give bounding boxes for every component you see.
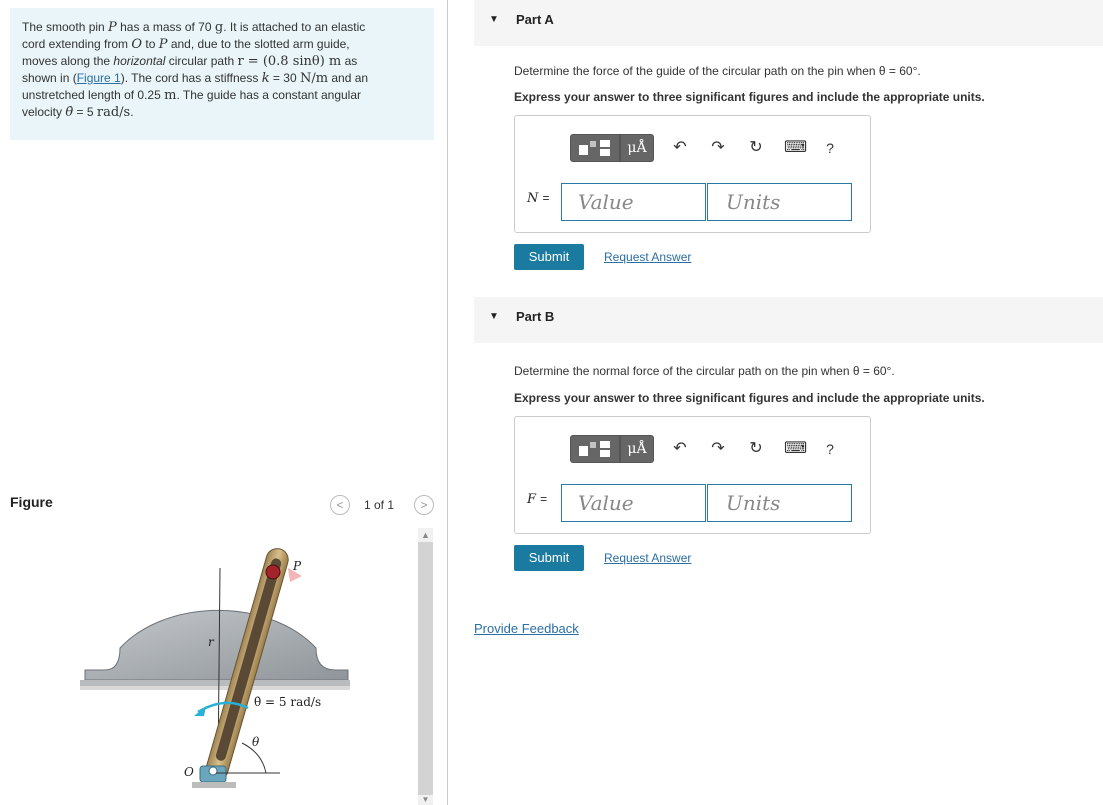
part-b-header[interactable]: ▼ Part B <box>474 297 1103 343</box>
part-b-submit-button[interactable]: Submit <box>514 545 584 571</box>
figure-count: 1 of 1 <box>364 498 395 512</box>
part-a-header[interactable]: ▼ Part A <box>474 0 1103 46</box>
value-input[interactable]: Value <box>561 484 706 522</box>
var-N: N <box>527 191 539 206</box>
scroll-up-icon[interactable]: ▲ <box>418 528 433 542</box>
undo-icon[interactable]: ↶ <box>670 435 690 463</box>
units-symbol-button[interactable]: μÅ <box>620 134 654 162</box>
unit-g: g <box>214 20 224 35</box>
figure-link[interactable]: Figure 1 <box>77 71 121 85</box>
label-O: O <box>184 765 194 779</box>
next-figure-button[interactable]: > <box>414 495 434 515</box>
part-a-instruction: Express your answer to three significant… <box>514 90 985 104</box>
var-P: P <box>158 37 168 52</box>
equals-sign: = <box>542 191 550 205</box>
problem-text: = 30 <box>269 71 300 85</box>
var-thetadot: θ̇ <box>65 105 74 120</box>
help-button[interactable]: ? <box>820 435 840 463</box>
collapse-icon[interactable]: ▼ <box>489 311 499 322</box>
var-P: P <box>108 20 117 35</box>
part-a-request-answer-link[interactable]: Request Answer <box>604 250 691 264</box>
var-O: O <box>131 37 143 52</box>
answer-variable: N = <box>527 191 550 206</box>
figure-drawing: P r θ̇ = 5 rad/s θ O <box>80 548 350 788</box>
problem-text: and an <box>328 71 369 85</box>
value-input[interactable]: Value <box>561 183 706 221</box>
part-b-question: Determine the normal force of the circul… <box>514 364 895 378</box>
unit-m: m <box>164 88 177 103</box>
previous-figure-button[interactable]: < <box>330 495 350 515</box>
problem-text: cord extending from <box>22 37 132 51</box>
problem-text: velocity <box>22 105 66 119</box>
reset-icon[interactable]: ↻ <box>746 435 766 463</box>
keyboard-icon[interactable]: ⌨ <box>784 134 807 162</box>
var-k: k <box>261 71 270 86</box>
problem-text: . <box>130 105 134 119</box>
label-omega: θ̇ = 5 rad/s <box>254 695 321 709</box>
problem-text: as <box>341 54 358 68</box>
templates-icon <box>579 140 610 156</box>
units-symbol-button[interactable]: μÅ <box>620 435 654 463</box>
figure-header: Figure < 1 of 1 > <box>10 492 434 518</box>
problem-text: ). The cord has a stiffness <box>120 71 262 85</box>
part-a-question: Determine the force of the guide of the … <box>514 64 921 78</box>
keyboard-icon[interactable]: ⌨ <box>784 435 807 463</box>
label-P: P <box>292 559 302 573</box>
problem-text: unstretched length of 0.25 <box>22 88 165 102</box>
pane-divider <box>447 0 448 805</box>
templates-button[interactable] <box>570 435 620 463</box>
reset-icon[interactable]: ↻ <box>746 134 766 162</box>
part-a-answer-box: μÅ ↶ ↷ ↻ ⌨ ? N = Value Units <box>514 115 871 233</box>
templates-button[interactable] <box>570 134 620 162</box>
problem-text: horizontal <box>113 54 166 68</box>
label-theta: θ <box>252 735 260 749</box>
units-input[interactable]: Units <box>707 484 852 522</box>
problem-text: . It is attached to an elastic <box>223 20 366 34</box>
part-b-label: Part B <box>516 309 555 324</box>
figure-title: Figure <box>10 494 53 510</box>
problem-text: has a mass of 70 <box>116 20 215 34</box>
ground <box>80 680 350 686</box>
answer-variable: F = <box>527 492 547 507</box>
figure-image: P r θ̇ = 5 rad/s θ O <box>10 528 418 805</box>
problem-text: . The guide has a constant angular <box>176 88 362 102</box>
scroll-down-icon[interactable]: ▼ <box>418 795 433 805</box>
problem-text: shown in ( <box>22 71 77 85</box>
equals-sign: = <box>540 492 548 506</box>
part-a-submit-button[interactable]: Submit <box>514 244 584 270</box>
part-b-request-answer-link[interactable]: Request Answer <box>604 551 691 565</box>
provide-feedback-link[interactable]: Provide Feedback <box>474 621 579 636</box>
unit-nm: N/m <box>299 71 329 86</box>
path-equation: r = (0.8 sinθ) m <box>237 54 342 69</box>
pin-P <box>265 564 281 580</box>
problem-text: to <box>142 37 159 51</box>
part-a-label: Part A <box>516 12 554 27</box>
problem-text: moves along the <box>22 54 114 68</box>
problem-statement: The smooth pin P has a mass of 70 g. It … <box>10 8 434 140</box>
figure-scrollbar[interactable]: ▲ ▼ <box>418 528 433 805</box>
ground-hatch <box>80 686 350 690</box>
problem-text: The smooth pin <box>22 20 109 34</box>
unit-rads: rad/s <box>96 105 131 120</box>
undo-icon[interactable]: ↶ <box>670 134 690 162</box>
redo-icon[interactable]: ↷ <box>708 435 728 463</box>
problem-text: circular path <box>165 54 238 68</box>
templates-icon <box>579 441 610 457</box>
problem-text: = 5 <box>73 105 97 119</box>
redo-icon[interactable]: ↷ <box>708 134 728 162</box>
dome-shape <box>84 609 349 681</box>
var-F: F <box>527 492 537 507</box>
help-button[interactable]: ? <box>820 134 840 162</box>
left-pane: The smooth pin P has a mass of 70 g. It … <box>0 0 447 805</box>
collapse-icon[interactable]: ▼ <box>489 14 499 25</box>
part-b-answer-box: μÅ ↶ ↷ ↻ ⌨ ? F = Value Units <box>514 416 871 534</box>
part-b-instruction: Express your answer to three significant… <box>514 391 985 405</box>
problem-text: and, due to the slotted arm guide, <box>167 37 350 51</box>
units-input[interactable]: Units <box>707 183 852 221</box>
